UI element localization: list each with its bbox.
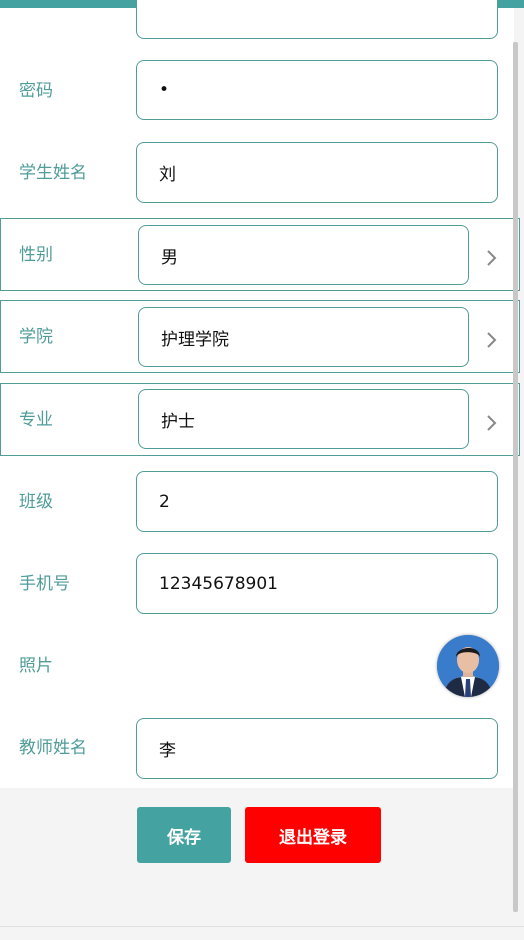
chevron-right-icon[interactable] bbox=[481, 330, 501, 350]
teacher-name-field[interactable]: 李 bbox=[136, 718, 498, 779]
college-label: 学院 bbox=[19, 327, 53, 347]
class-value: 2 bbox=[159, 491, 170, 512]
save-button[interactable]: 保存 bbox=[137, 807, 231, 863]
password-value: • bbox=[159, 80, 170, 100]
password-label: 密码 bbox=[19, 81, 53, 101]
gender-label: 性别 bbox=[19, 245, 53, 265]
class-field[interactable]: 2 bbox=[136, 471, 498, 532]
password-field[interactable]: • bbox=[136, 60, 498, 120]
chevron-right-icon[interactable] bbox=[481, 413, 501, 433]
major-value: 护士 bbox=[161, 411, 195, 432]
student-name-field[interactable]: 刘 bbox=[136, 142, 498, 203]
major-label: 专业 bbox=[19, 410, 53, 430]
student-name-value: 刘 bbox=[159, 165, 176, 185]
college-select[interactable]: 护理学院 bbox=[138, 307, 469, 367]
phone-value: 12345678901 bbox=[159, 573, 278, 594]
username-field[interactable] bbox=[136, 0, 498, 39]
gender-select[interactable]: 男 bbox=[138, 225, 469, 285]
chevron-right-icon[interactable] bbox=[481, 248, 501, 268]
scrollbar[interactable] bbox=[513, 42, 518, 912]
college-value: 护理学院 bbox=[161, 329, 229, 350]
class-label: 班级 bbox=[19, 492, 53, 512]
teacher-name-label: 教师姓名 bbox=[19, 738, 87, 758]
phone-label: 手机号 bbox=[19, 574, 70, 594]
photo-label: 照片 bbox=[19, 656, 53, 676]
avatar[interactable] bbox=[437, 635, 499, 697]
student-name-label: 学生姓名 bbox=[19, 163, 87, 183]
phone-field[interactable]: 12345678901 bbox=[136, 553, 498, 614]
major-select[interactable]: 护士 bbox=[138, 389, 469, 449]
gender-value: 男 bbox=[161, 247, 178, 268]
teacher-name-value: 李 bbox=[159, 741, 176, 761]
logout-button[interactable]: 退出登录 bbox=[245, 807, 381, 863]
divider bbox=[0, 926, 524, 927]
user-photo-icon bbox=[437, 635, 499, 697]
